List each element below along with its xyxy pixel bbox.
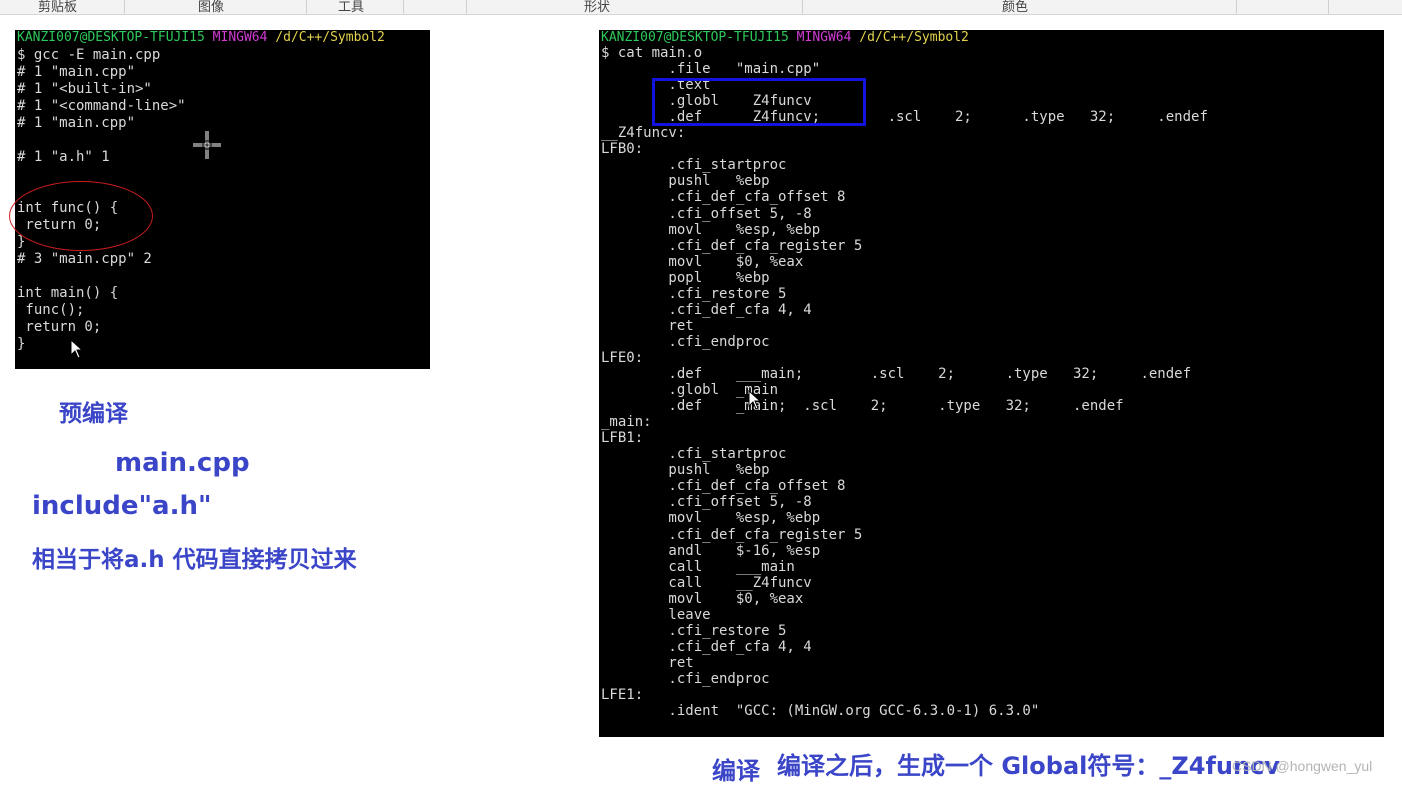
arrow-cursor-icon	[748, 390, 762, 410]
terminal-user: KANZI007@DESKTOP-TFUJI15	[17, 30, 205, 45]
terminal-line: $ gcc -E main.cpp	[17, 47, 161, 63]
terminal-line: .def _main; .scl 2; .type 32; .endef	[601, 398, 1124, 415]
ribbon-divider	[306, 0, 307, 14]
terminal-line: func();	[17, 302, 85, 318]
terminal-line: LFE1:	[601, 687, 644, 703]
terminal-line: .cfi_def_cfa_register 5	[601, 237, 863, 254]
terminal-line: pushl %ebp	[601, 173, 770, 190]
terminal-line: LFE0:	[601, 349, 644, 366]
terminal-line: .cfi_startproc	[601, 157, 787, 174]
compile-label: 编译	[712, 757, 760, 785]
ribbon-divider	[802, 0, 803, 14]
terminal-line: }	[17, 336, 26, 352]
precompile-label: 预编译	[59, 401, 128, 427]
ribbon-divider	[466, 0, 467, 14]
terminal-line: .file "main.cpp"	[601, 61, 821, 78]
terminal-line: popl %ebp	[601, 269, 770, 286]
terminal-line: .cfi_def_cfa 4, 4	[601, 638, 812, 655]
terminal-line: .ident "GCC: (MinGW.org GCC-6.3.0-1) 6.3…	[601, 703, 1040, 720]
terminal-line: LFB0:	[601, 141, 644, 158]
terminal-path: /d/C++/Symbol2	[859, 30, 969, 45]
terminal-path: /d/C++/Symbol2	[275, 30, 385, 45]
include-label: include"a.h"	[32, 491, 212, 521]
terminal-line: .cfi_restore 5	[601, 285, 787, 302]
terminal-line: .def ___main; .scl 2; .type 32; .endef	[601, 366, 1192, 382]
arrow-cursor-icon	[70, 339, 84, 359]
terminal-user: KANZI007@DESKTOP-TFUJI15	[601, 30, 789, 45]
terminal-line: ret	[601, 654, 694, 671]
terminal-line: .cfi_endproc	[601, 333, 770, 350]
ribbon-group-tools[interactable]: 工具	[338, 0, 364, 15]
ribbon-group-image[interactable]: 图像	[198, 0, 224, 15]
terminal-line: .cfi_endproc	[601, 670, 770, 687]
terminal-line: .cfi_def_cfa_offset 8	[601, 478, 846, 495]
terminal-line: call __Z4funcv	[601, 574, 812, 591]
global-note: 编译之后，生成一个 Global符号：_Z4funcv	[777, 752, 1280, 780]
terminal-line: # 1 "a.h" 1	[17, 149, 110, 165]
ribbon-strip: 剪贴板 图像 工具 形状 颜色	[0, 0, 1402, 15]
ribbon-group-clipboard[interactable]: 剪贴板	[38, 0, 77, 15]
terminal-line: .cfi_def_cfa_offset 8	[601, 189, 846, 206]
terminal-line: __Z4funcv:	[601, 125, 686, 142]
terminal-line: leave	[601, 606, 711, 623]
terminal-line: _main:	[601, 414, 652, 431]
terminal-line: $ cat main.o	[601, 45, 703, 61]
highlight-ellipse	[9, 181, 153, 251]
terminal-line: .cfi_restore 5	[601, 622, 787, 639]
terminal-line: .cfi_startproc	[601, 446, 787, 463]
ribbon-divider	[1236, 0, 1237, 14]
terminal-line: movl $0, %eax	[601, 590, 804, 607]
terminal-line: .cfi_offset 5, -8	[601, 205, 812, 222]
terminal-title: KANZI007@DESKTOP-TFUJI15 MINGW64 /d/C++/…	[17, 30, 385, 46]
ribbon-divider	[124, 0, 125, 14]
terminal-line: andl $-16, %esp	[601, 542, 821, 559]
ribbon-group-colors[interactable]: 颜色	[1002, 0, 1028, 15]
right-terminal[interactable]: KANZI007@DESKTOP-TFUJI15 MINGW64 /d/C++/…	[599, 30, 1384, 737]
terminal-line: # 1 "<built-in>"	[17, 81, 152, 97]
ribbon-divider	[403, 0, 404, 14]
terminal-line: call ___main	[601, 558, 795, 575]
main-cpp-label: main.cpp	[115, 448, 250, 478]
terminal-line: # 1 "<command-line>"	[17, 98, 186, 114]
terminal-line: .cfi_def_cfa 4, 4	[601, 301, 812, 318]
terminal-line: .cfi_offset 5, -8	[601, 494, 812, 511]
terminal-line: # 3 "main.cpp" 2	[17, 251, 152, 267]
ribbon-group-shapes[interactable]: 形状	[584, 0, 610, 15]
terminal-line: # 1 "main.cpp"	[17, 64, 136, 80]
terminal-line: .cfi_def_cfa_register 5	[601, 526, 863, 543]
highlight-box	[652, 78, 866, 126]
terminal-line: movl $0, %eax	[601, 253, 804, 270]
terminal-line: movl %esp, %ebp	[601, 221, 821, 238]
terminal-title: KANZI007@DESKTOP-TFUJI15 MINGW64 /d/C++/…	[601, 30, 969, 46]
ribbon-divider	[1328, 0, 1329, 14]
terminal-line: int main() {	[17, 285, 119, 301]
copy-note: 相当于将a.h 代码直接拷贝过来	[32, 547, 357, 573]
terminal-line: LFB1:	[601, 430, 644, 447]
terminal-line: movl %esp, %ebp	[601, 510, 821, 527]
terminal-env: MINGW64	[796, 30, 852, 45]
terminal-line: return 0;	[17, 319, 102, 335]
watermark: CSDN @hongwen_yul	[1232, 758, 1373, 774]
crosshair-cursor-icon	[193, 131, 221, 159]
terminal-line: pushl %ebp	[601, 462, 770, 479]
terminal-line: ret	[601, 317, 694, 334]
terminal-line: # 1 "main.cpp"	[17, 115, 136, 131]
terminal-env: MINGW64	[212, 30, 268, 45]
